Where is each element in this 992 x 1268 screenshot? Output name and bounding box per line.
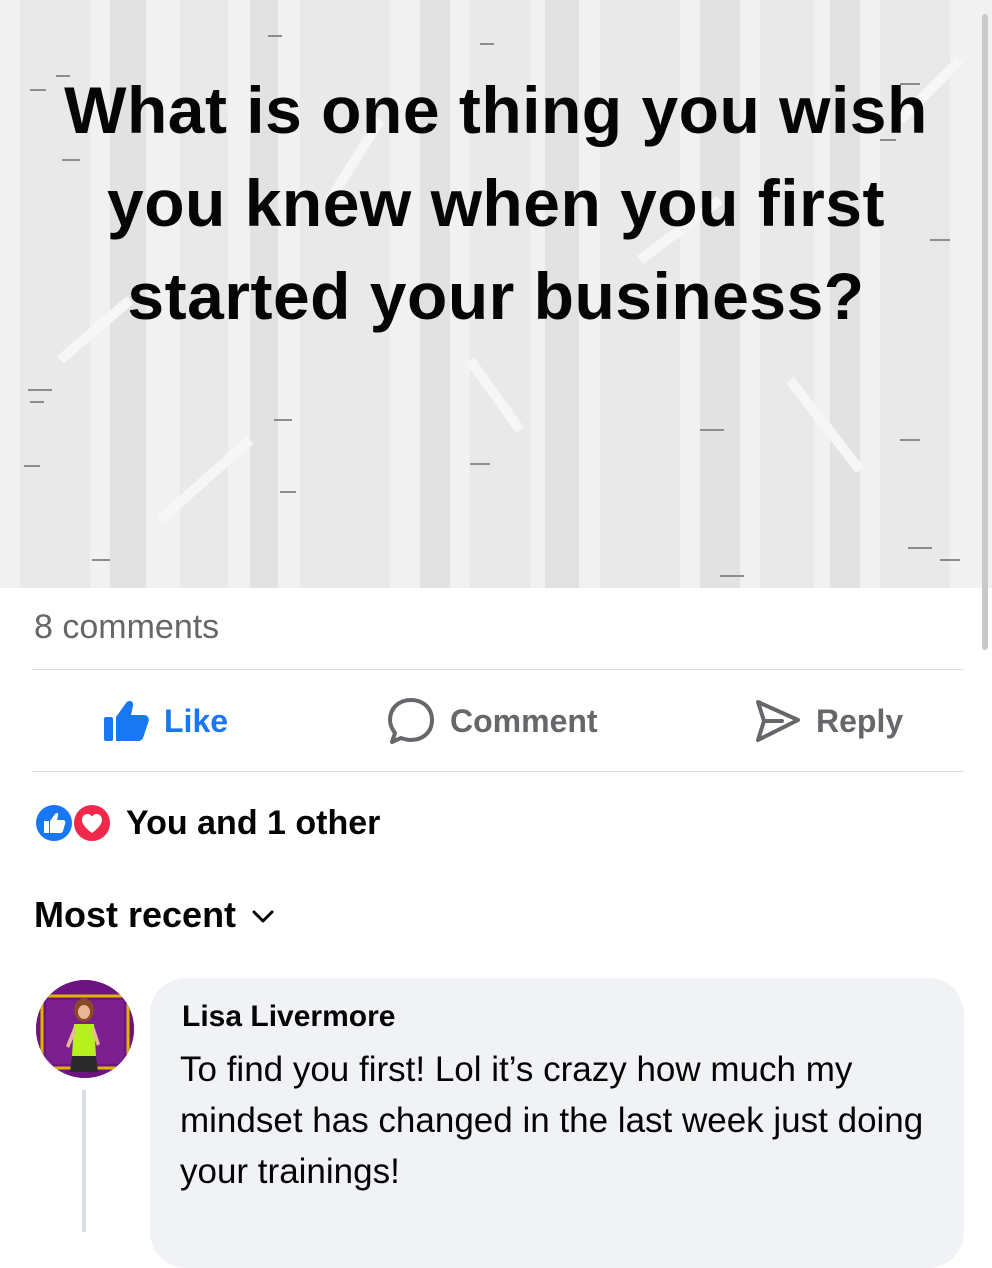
comment-author[interactable]: Lisa Livermore xyxy=(182,1000,395,1034)
avatar[interactable] xyxy=(36,980,134,1078)
comments-count[interactable]: 8 comments xyxy=(34,608,219,647)
comment-bubble-icon xyxy=(388,698,434,744)
share-arrow-icon xyxy=(756,700,800,742)
comment-bubble[interactable]: Lisa Livermore To find you first! Lol it… xyxy=(150,978,964,1268)
thumbs-up-icon xyxy=(104,700,149,741)
reaction-icons xyxy=(34,801,118,845)
comment-text: To find you first! Lol it’s crazy how mu… xyxy=(180,1050,924,1191)
post-banner-text: What is one thing you wish you knew when… xyxy=(64,73,928,333)
reply-button[interactable]: Reply xyxy=(752,690,903,752)
thread-line xyxy=(82,1090,86,1232)
sort-dropdown[interactable]: Most recent xyxy=(34,894,274,936)
reply-label: Reply xyxy=(816,702,904,739)
like-label: Like xyxy=(164,702,229,739)
like-button[interactable]: Like xyxy=(102,690,228,752)
like-reaction-icon xyxy=(34,803,74,843)
love-reaction-icon xyxy=(72,803,112,843)
reactions-summary[interactable]: You and 1 other xyxy=(34,800,380,846)
comment-button[interactable]: Comment xyxy=(386,690,598,752)
comment-label: Comment xyxy=(450,702,598,739)
scrollbar[interactable] xyxy=(982,14,988,650)
chevron-down-icon xyxy=(252,910,274,923)
divider xyxy=(32,771,964,772)
sort-label: Most recent xyxy=(34,894,237,935)
reactions-text: You and 1 other xyxy=(126,803,381,842)
divider xyxy=(32,669,964,670)
post-banner: What is one thing you wish you knew when… xyxy=(0,0,992,588)
